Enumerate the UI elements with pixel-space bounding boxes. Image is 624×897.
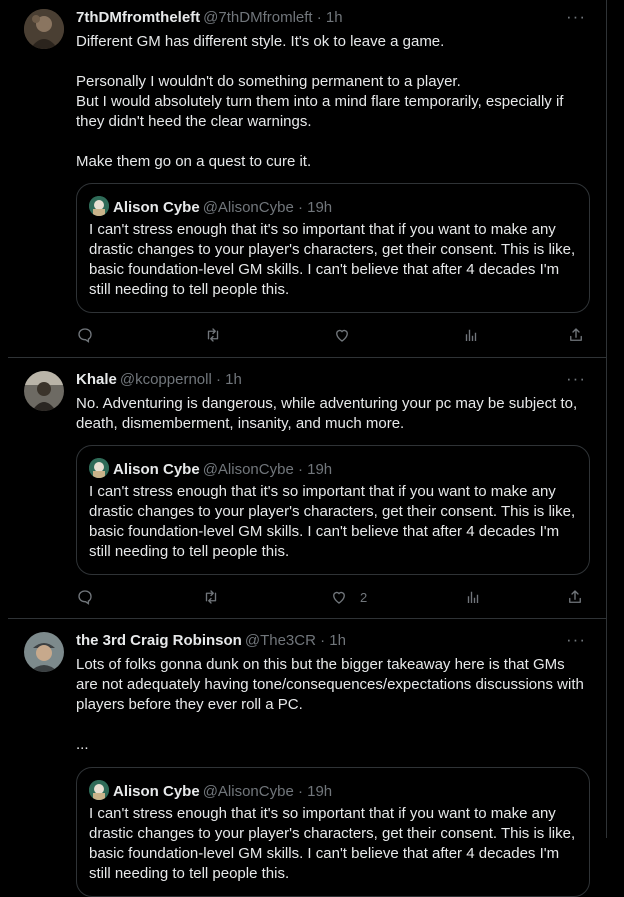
avatar[interactable]: [24, 9, 64, 49]
quoted-header: Alison Cybe @AlisonCybe · 19h: [89, 458, 332, 478]
quoted-avatar: [89, 780, 109, 800]
handle-and-time[interactable]: @kcoppernoll · 1h: [120, 371, 242, 388]
views-button[interactable]: [462, 325, 480, 345]
quoted-display-name: Alison Cybe: [113, 199, 200, 216]
retweet-icon: [207, 328, 219, 342]
reply-icon: [78, 328, 92, 343]
retweet-button[interactable]: [204, 325, 222, 345]
heart-icon: [336, 329, 348, 342]
tweet-header: Khale @kcoppernoll · 1h ···: [76, 369, 590, 390]
quoted-handle-and-time: @AlisonCybe · 19h: [202, 461, 333, 478]
display-name[interactable]: 7thDMfromtheleft: [76, 9, 200, 26]
quoted-tweet[interactable]: Alison Cybe @AlisonCybe · 19h I can't str…: [76, 767, 590, 897]
like-button[interactable]: [333, 325, 363, 345]
share-button[interactable]: [566, 587, 584, 607]
tweet-header: the 3rd Craig Robinson @The3CR · 1h ···: [76, 630, 590, 651]
quoted-handle-and-time: @AlisonCybe · 19h: [202, 199, 333, 216]
reply-button[interactable]: [76, 325, 94, 345]
quoted-header: Alison Cybe @AlisonCybe · 19h: [89, 196, 332, 216]
tweet[interactable]: 7thDMfromtheleft @7thDMfromleft · 1h ··· …: [0, 0, 606, 357]
quoted-tweet[interactable]: Alison Cybe @AlisonCybe · 19h I can't str…: [76, 445, 590, 575]
share-icon: [570, 328, 582, 341]
avatar[interactable]: [24, 371, 64, 411]
handle-and-time[interactable]: @7thDMfromleft · 1h: [203, 9, 342, 26]
handle-and-time[interactable]: @The3CR · 1h: [245, 632, 346, 649]
reply-button[interactable]: [76, 587, 94, 607]
display-name[interactable]: the 3rd Craig Robinson: [76, 632, 242, 649]
avatar[interactable]: [24, 632, 64, 672]
share-button[interactable]: [567, 325, 585, 345]
quoted-header: Alison Cybe @AlisonCybe · 19h: [89, 780, 332, 800]
timeline-column: 7thDMfromtheleft @7thDMfromleft · 1h ··· …: [0, 0, 607, 897]
quoted-tweet[interactable]: Alison Cybe @AlisonCybe · 19h I can't str…: [76, 183, 590, 313]
heart-icon: [333, 591, 345, 604]
quoted-text: I can't stress enough that it's so impor…: [89, 221, 580, 298]
retweet-button[interactable]: [202, 587, 220, 607]
views-button[interactable]: [464, 587, 482, 607]
like-count: 2: [360, 589, 368, 605]
more-options-icon[interactable]: ···: [566, 369, 586, 389]
tweet-text: No. Adventuring is dangerous, while adve…: [76, 395, 582, 432]
tweet[interactable]: Khale @kcoppernoll · 1h ··· No. Adventuri…: [0, 358, 606, 618]
quoted-text: I can't stress enough that it's so impor…: [89, 805, 580, 882]
tweet-text: Lots of folks gonna dunk on this but the…: [76, 656, 584, 753]
quoted-handle-and-time: @AlisonCybe · 19h: [202, 783, 333, 800]
retweet-icon: [205, 590, 217, 604]
tweet-actions: [76, 325, 588, 345]
quoted-text: I can't stress enough that it's so impor…: [89, 483, 580, 560]
tweet[interactable]: the 3rd Craig Robinson @The3CR · 1h ··· L…: [0, 619, 606, 897]
quoted-display-name: Alison Cybe: [113, 461, 200, 478]
like-button[interactable]: 2: [330, 587, 367, 607]
quoted-display-name: Alison Cybe: [113, 783, 200, 800]
display-name[interactable]: Khale: [76, 371, 117, 388]
tweet-header: 7thDMfromtheleft @7thDMfromleft · 1h ···: [76, 7, 590, 28]
views-icon: [467, 591, 479, 603]
quoted-avatar: [89, 458, 109, 478]
views-icon: [465, 329, 477, 341]
share-icon: [569, 590, 581, 603]
more-options-icon[interactable]: ···: [566, 7, 586, 27]
reply-icon: [78, 590, 92, 605]
quoted-avatar: [89, 196, 109, 216]
tweet-actions: 2: [76, 587, 588, 607]
more-options-icon[interactable]: ···: [566, 630, 586, 650]
tweet-text: Different GM has different style. It's o…: [76, 33, 564, 170]
